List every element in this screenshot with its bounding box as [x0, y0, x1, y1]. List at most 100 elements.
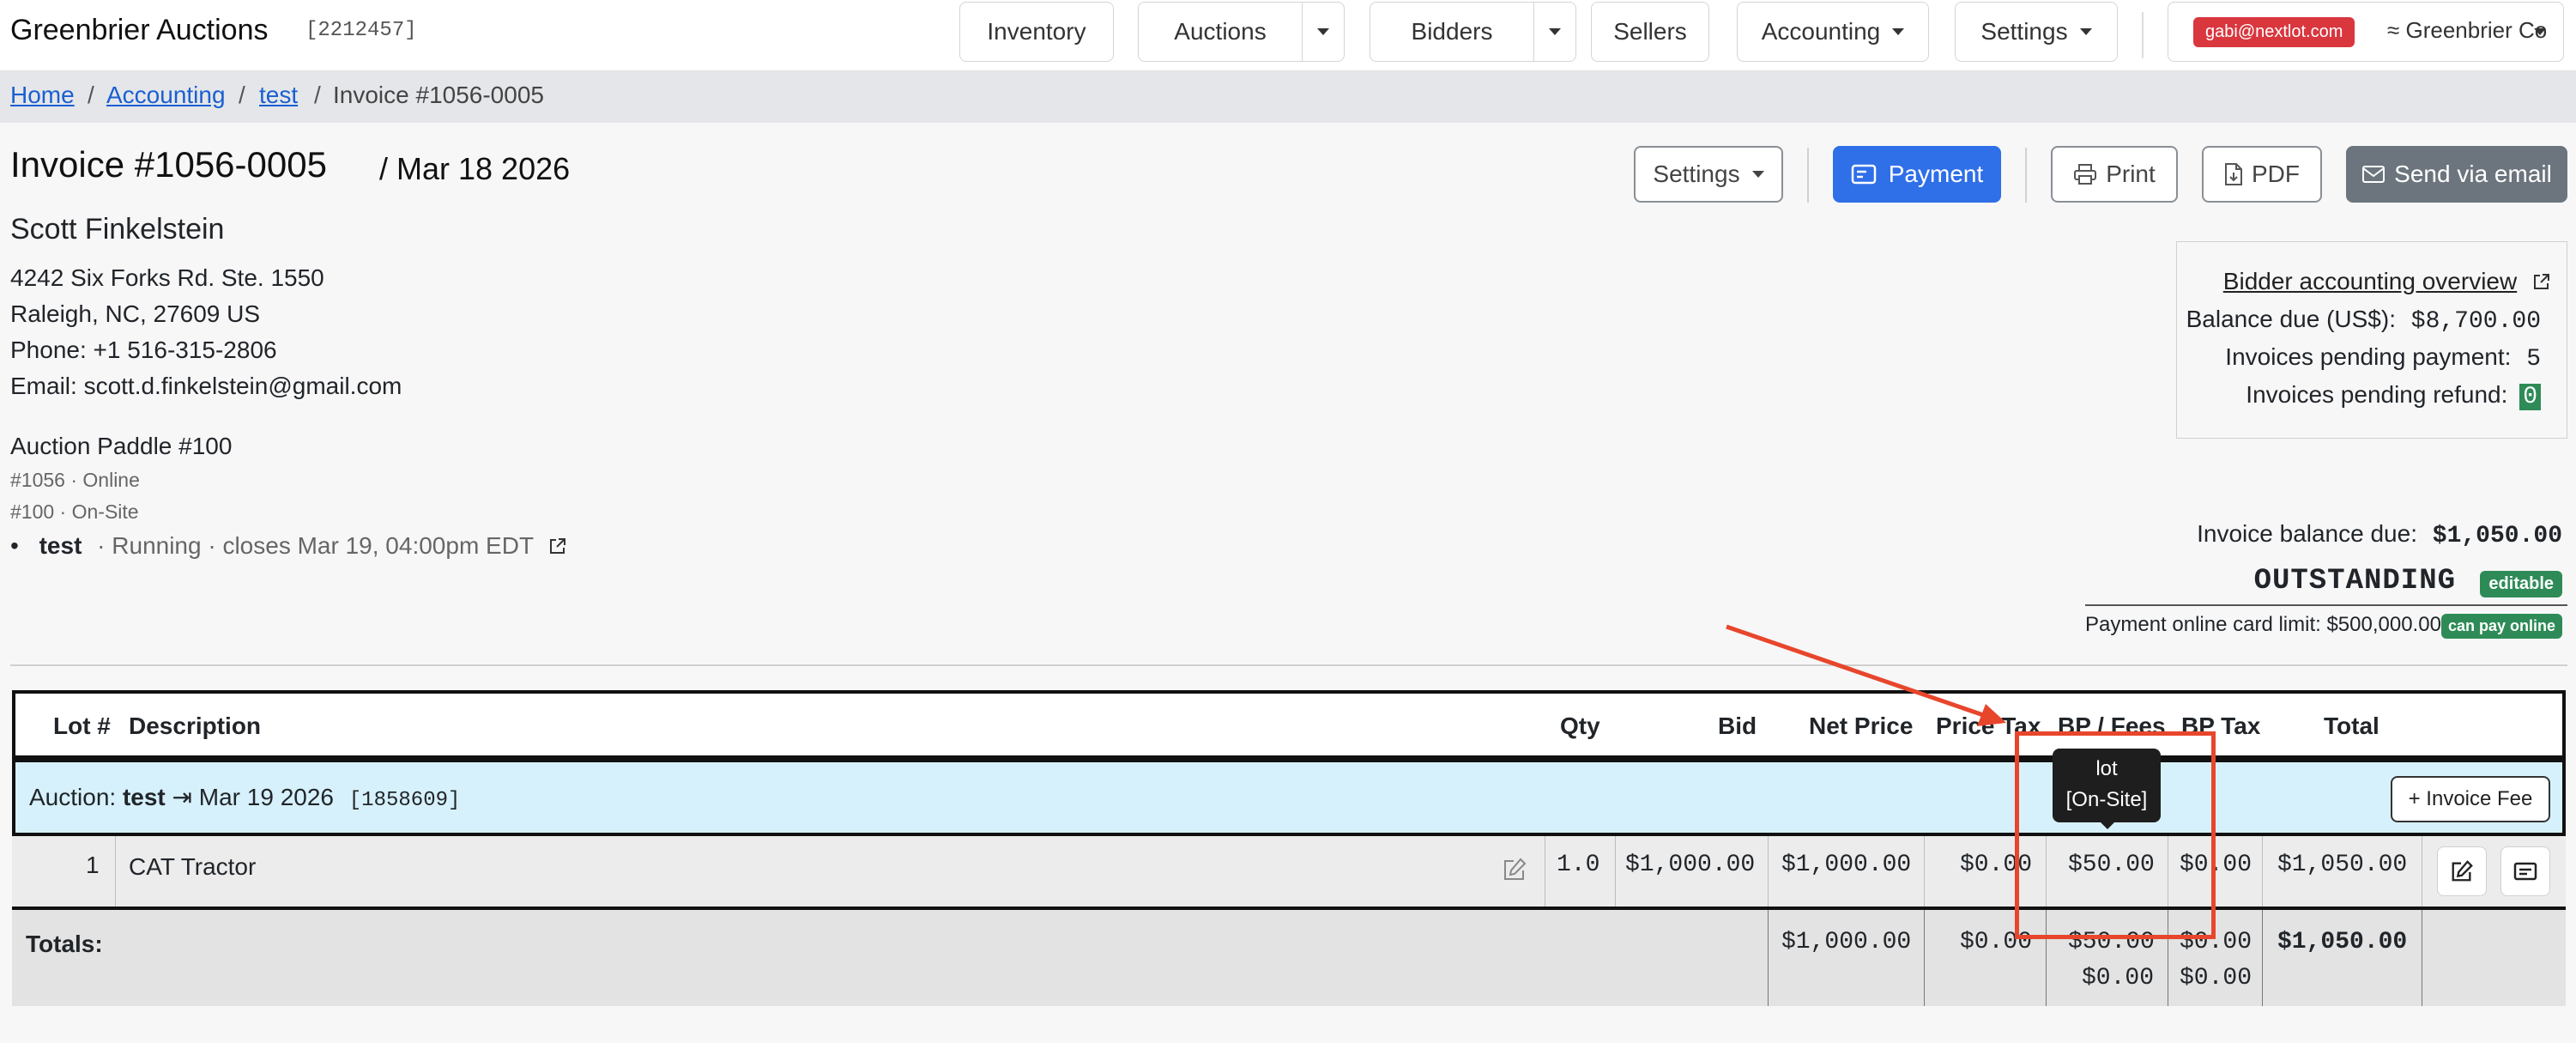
org-name[interactable]: ≈ Greenbrier Co [2387, 17, 2547, 44]
auction-group-id: [1858609] [348, 789, 461, 812]
overview-balance-row: Balance due (US$): $8,700.00 [2186, 306, 2541, 335]
customer-phone: Phone: +1 516-315-2806 [10, 337, 277, 363]
annotation-highlight-box [2015, 731, 2216, 939]
nav-settings-dropdown[interactable]: Settings [1955, 2, 2118, 62]
invoice-settings-dropdown[interactable]: Settings [1634, 146, 1783, 203]
cell-divider [1768, 910, 1769, 1006]
invoice-status: OUTSTANDING [2253, 565, 2456, 597]
balance-due-value: $8,700.00 [2410, 308, 2541, 335]
print-label: Print [2106, 161, 2156, 187]
nav-auctions-button[interactable]: Auctions [1138, 2, 1303, 62]
pending-payment-label: Invoices pending payment: [2225, 343, 2512, 370]
row-description: CAT Tractor [129, 853, 257, 880]
nav-bidders-button[interactable]: Bidders [1370, 2, 1534, 62]
section-divider [10, 664, 2567, 666]
auction-status: · Running · closes Mar 19, 04:00pm EDT [97, 532, 534, 559]
auction-name[interactable]: test [39, 532, 82, 559]
row-lot: 1 [86, 852, 100, 878]
cell-divider [115, 836, 116, 907]
print-button[interactable]: Print [2051, 146, 2178, 203]
external-link-icon[interactable] [2532, 272, 2551, 291]
cell-divider [2262, 836, 2263, 907]
col-qty: Qty [1560, 713, 1600, 739]
arrow-icon: ⇥ [172, 784, 192, 810]
nav-bidders-dropdown-toggle[interactable] [1533, 2, 1576, 62]
bidder-overview-card: Bidder accounting overview Balance due (… [2176, 241, 2567, 439]
auction-group-date: Mar 19 2026 [198, 784, 334, 810]
can-pay-badge: can pay online [2440, 614, 2562, 639]
overview-pending-refund-row: Invoices pending refund: 0 [2246, 381, 2541, 410]
row-details-button[interactable] [2500, 846, 2550, 896]
nav-bidders-label: Bidders [1411, 18, 1493, 45]
chevron-down-icon [1751, 171, 1764, 178]
customer-name: Scott Finkelstein [10, 213, 225, 246]
col-lot: Lot # [53, 713, 111, 739]
invoice-balance-label: Invoice balance due: [2197, 520, 2417, 547]
account-id: [2212457] [305, 19, 417, 42]
card-limit: Payment online card limit: $500,000.00 [2085, 613, 2441, 636]
card-text-icon [2513, 862, 2537, 881]
payment-icon [1851, 164, 1876, 185]
header-divider [2025, 148, 2027, 203]
edit-description-icon[interactable] [1502, 857, 1527, 882]
pending-payment-value: 5 [2526, 346, 2541, 373]
col-description: Description [129, 713, 262, 739]
page-title: Invoice #1056-0005 [10, 144, 327, 185]
pending-refund-value: 0 [2519, 384, 2541, 410]
breadcrumb-test-link[interactable]: test [259, 82, 298, 109]
edit-row-button[interactable] [2437, 846, 2487, 896]
row-bid: $1,000.00 [1625, 852, 1756, 878]
payment-label: Payment [1888, 161, 1984, 187]
chevron-down-icon [1317, 28, 1329, 35]
nav-settings-label: Settings [1980, 18, 2068, 45]
breadcrumb-accounting-link[interactable]: Accounting [106, 82, 226, 109]
bullet: • [10, 532, 19, 559]
payment-button[interactable]: Payment [1833, 146, 2001, 203]
totals-bp-tax-secondary: $0.00 [2180, 965, 2252, 991]
editable-badge: editable [2480, 571, 2562, 597]
breadcrumb-separator: / [88, 82, 94, 108]
status-divider [2085, 604, 2567, 606]
nav-inventory-label: Inventory [987, 18, 1086, 45]
paddle-onsite: #100 · On-Site [10, 500, 139, 523]
header-divider [1807, 148, 1809, 203]
nav-auctions-dropdown-toggle[interactable] [1302, 2, 1345, 62]
bidder-overview-link[interactable]: Bidder accounting overview [2223, 268, 2517, 294]
customer-email: Email: scott.d.finkelstein@gmail.com [10, 373, 402, 399]
row-qty: 1.0 [1557, 852, 1600, 878]
row-net-price: $1,000.00 [1781, 852, 1912, 878]
chevron-down-icon [1549, 28, 1561, 35]
customer-address-line2: Raleigh, NC, 27609 US [10, 300, 261, 327]
chevron-down-icon [1892, 28, 1905, 35]
auction-status-line: • test · Running · closes Mar 19, 04:00p… [10, 532, 567, 560]
nav-auctions-label: Auctions [1174, 18, 1267, 45]
auction-paddle: Auction Paddle #100 [10, 433, 233, 459]
add-invoice-fee-button[interactable]: + Invoice Fee [2391, 776, 2550, 822]
top-navbar: Greenbrier Auctions [2212457] Inventory … [0, 0, 2576, 71]
cell-divider [1924, 910, 1925, 1006]
nav-divider [2142, 12, 2144, 58]
brand-name[interactable]: Greenbrier Auctions [10, 14, 269, 47]
nav-inventory-button[interactable]: Inventory [959, 2, 1114, 62]
chevron-down-icon [2079, 28, 2092, 35]
pdf-button[interactable]: PDF [2202, 146, 2322, 203]
balance-due-label: Balance due (US$): [2186, 306, 2396, 332]
row-total: $1,050.00 [2277, 852, 2408, 878]
auction-prefix: Auction: [29, 784, 117, 810]
totals-total: $1,050.00 [2277, 929, 2408, 955]
send-email-button[interactable]: Send via email [2346, 146, 2567, 203]
col-bid: Bid [1718, 713, 1757, 739]
pending-refund-label: Invoices pending refund: [2246, 381, 2508, 408]
printer-icon [2074, 164, 2097, 185]
nav-accounting-label: Accounting [1761, 18, 1881, 45]
cell-divider [1924, 836, 1925, 907]
invoice-settings-label: Settings [1653, 161, 1740, 187]
user-email-badge[interactable]: gabi@nextlot.com [2193, 17, 2355, 47]
breadcrumb-current: Invoice #1056-0005 [333, 82, 544, 108]
external-link-icon[interactable] [548, 537, 567, 555]
nav-sellers-button[interactable]: Sellers [1591, 2, 1709, 62]
breadcrumb-separator: / [239, 82, 245, 108]
nav-accounting-dropdown[interactable]: Accounting [1737, 2, 1929, 62]
breadcrumb-home-link[interactable]: Home [10, 82, 75, 109]
overview-link-row: Bidder accounting overview [2223, 268, 2551, 295]
